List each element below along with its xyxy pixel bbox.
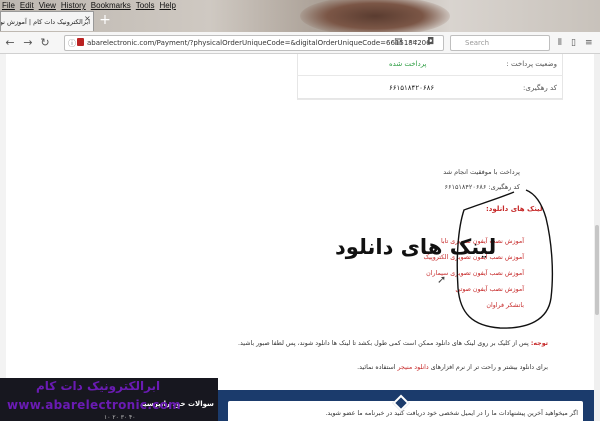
hand-drawn-circle-annotation (456, 189, 554, 329)
tracking-code-row: کد رهگیری: ۶۶۱۵۱۸۴۲۰۶۸۶ (297, 78, 563, 100)
download-manager-note: برای دانلود بیشتر و راحت تر از نرم افزار… (357, 364, 548, 371)
tracking-code-value: ۶۶۱۵۱۸۴۲۰۶۸۶ (389, 84, 435, 92)
note-text-before: برای دانلود بیشتر و راحت تر از نرم افزار… (430, 364, 548, 371)
payment-status-row: وضعیت پرداخت : پرداخت شده (297, 54, 563, 76)
forward-arrow-icon[interactable]: → (21, 36, 35, 50)
payment-status-label: وضعیت پرداخت : (506, 60, 557, 68)
watermark-site: www.abarelectronic.com (7, 398, 181, 412)
menu-edit[interactable]: Edit (20, 1, 34, 10)
payment-success-text: پرداخت با موفقیت انجام شد (443, 168, 520, 176)
note-text: پس از کلیک بر روی لینک های دانلود ممکن ا… (237, 340, 529, 347)
tracking-code-label: کد رهگیری: (523, 84, 557, 92)
menu-history[interactable]: History (61, 1, 86, 10)
reader-view-icon[interactable]: ▤ (394, 37, 403, 47)
close-icon[interactable]: × (84, 14, 91, 23)
more-actions-icon[interactable]: ⋯ (409, 37, 418, 47)
site-favicon-icon (77, 38, 84, 46)
mouse-cursor-icon: ➚ (437, 273, 447, 286)
menu-tools[interactable]: Tools (136, 1, 155, 10)
note-text-after: استفاده نمائید. (357, 364, 396, 371)
search-input[interactable]: Search (450, 35, 550, 51)
download-manager-link[interactable]: دانلود منیجر (398, 364, 429, 371)
scrollbar-thumb[interactable] (595, 225, 599, 315)
menu-file[interactable]: File (2, 1, 15, 10)
new-tab-button[interactable]: + (97, 13, 113, 29)
download-note: توجه: پس از کلیک بر روی لینک های دانلود … (238, 340, 548, 347)
sidebar-icon[interactable]: ▯ (571, 38, 576, 48)
note-label: توجه: (530, 340, 548, 347)
menu-view[interactable]: View (39, 1, 56, 10)
reload-icon[interactable]: ↻ (38, 36, 52, 50)
tab-title: ابرالکترونیک دات کام | آموزش نورپردازی (0, 17, 90, 26)
url-bar[interactable]: abarelectronic.com/Payment/?physicalOrde… (64, 35, 444, 51)
navigation-bar: ← → ↻ abarelectronic.com/Payment/?physic… (0, 32, 600, 54)
pocket-icon[interactable]: ◘ (427, 37, 434, 47)
faq-subtext: ۱۰ ۲۰ ۳۰ ۴۰ (104, 414, 136, 421)
browser-tab[interactable]: ابرالکترونیک دات کام | آموزش نورپردازی (0, 11, 94, 31)
menu-bookmarks[interactable]: Bookmarks (91, 1, 131, 10)
video-overlay-blur (300, 0, 450, 36)
menu-icon[interactable]: ≡ (585, 38, 593, 48)
library-icon[interactable]: ⫴ (558, 38, 562, 48)
info-icon[interactable]: ⓘ (68, 38, 76, 49)
menu-help[interactable]: Help (159, 1, 175, 10)
left-edge (0, 54, 6, 421)
newsletter-text: اگر میخواهید آخرین پیشنهادات ما را در ای… (325, 410, 578, 417)
menu-bar: File Edit View History Bookmarks Tools H… (2, 1, 176, 10)
payment-status-value: پرداخت شده (389, 60, 427, 68)
watermark-brand: ابرالکترونیک دات کام (36, 379, 161, 393)
back-arrow-icon[interactable]: ← (3, 36, 17, 50)
